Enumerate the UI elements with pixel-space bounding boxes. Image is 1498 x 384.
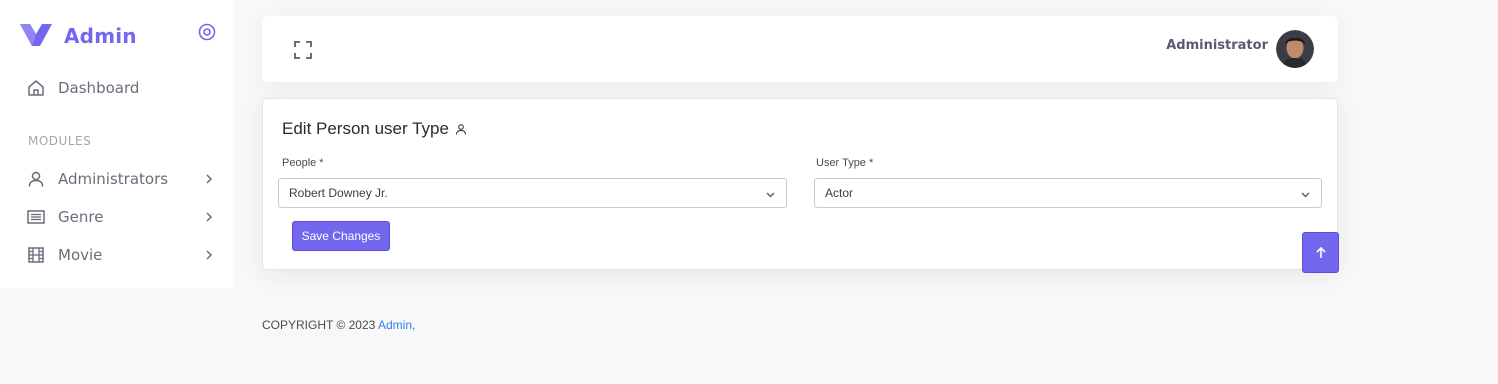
brand[interactable]: Admin <box>20 22 137 50</box>
sidebar-toggle-icon[interactable] <box>198 23 216 41</box>
sidebar-item-label: Administrators <box>58 170 169 188</box>
home-icon <box>26 78 46 98</box>
user-type-label: User Type * <box>816 157 874 169</box>
save-button[interactable]: Save Changes <box>292 221 390 251</box>
chevron-right-icon <box>206 174 213 184</box>
user-name[interactable]: Administrator <box>1166 38 1268 53</box>
user-type-select[interactable]: Actor <box>814 178 1322 208</box>
chevron-down-icon <box>766 192 775 198</box>
user-type-select-value: Actor <box>825 186 854 200</box>
arrow-up-icon <box>1315 246 1326 258</box>
sidebar-item-label: Genre <box>58 208 104 226</box>
chevron-down-icon <box>1301 192 1310 198</box>
scroll-to-top-button[interactable] <box>1302 232 1339 273</box>
sidebar-item-genre[interactable]: Genre <box>26 205 222 229</box>
brand-name: Admin <box>64 24 137 48</box>
brand-logo-icon <box>20 24 52 46</box>
sidebar-item-movie[interactable]: Movie <box>26 243 222 267</box>
avatar[interactable] <box>1276 30 1314 68</box>
sidebar: Admin Dashboard MODULES Administrators G… <box>0 0 234 288</box>
page-title: Edit Person user Type <box>282 119 449 138</box>
user-icon <box>26 169 46 189</box>
chevron-right-icon <box>206 212 213 222</box>
film-icon <box>26 245 46 265</box>
people-select[interactable]: Robert Downey Jr. <box>278 178 787 208</box>
footer: COPYRIGHT © 2023 Admin, <box>262 318 415 332</box>
footer-admin-link[interactable]: Admin, <box>378 318 415 332</box>
sidebar-item-label: Movie <box>58 246 103 264</box>
people-label: People * <box>282 157 324 169</box>
sidebar-item-dashboard[interactable]: Dashboard <box>26 76 222 100</box>
fullscreen-icon[interactable] <box>292 39 314 61</box>
sidebar-item-administrators[interactable]: Administrators <box>26 167 222 191</box>
sidebar-item-label: Dashboard <box>58 79 140 97</box>
people-select-value: Robert Downey Jr. <box>289 186 388 200</box>
section-header-modules: MODULES <box>28 134 92 148</box>
copyright-text: COPYRIGHT © 2023 <box>262 318 378 332</box>
list-icon <box>26 207 46 227</box>
user-icon <box>455 124 466 135</box>
top-navbar: Administrator <box>262 16 1338 82</box>
card-title: Edit Person user Type <box>282 119 467 139</box>
edit-form-card: Edit Person user Type People * Robert Do… <box>262 98 1338 270</box>
chevron-right-icon <box>206 250 213 260</box>
